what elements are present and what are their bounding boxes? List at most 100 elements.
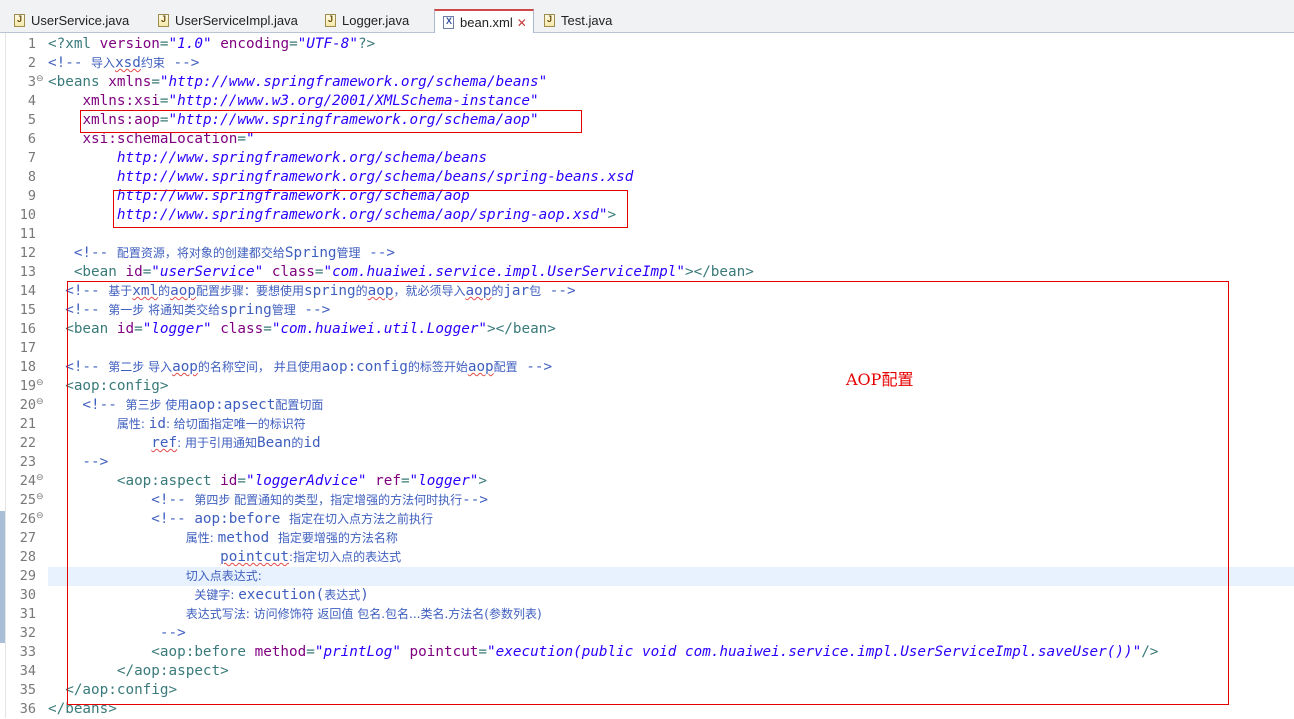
fold-toggle-icon[interactable]: ⊖ [36, 74, 44, 84]
code-token: 配置资源，将对象的创建都交给 [116, 246, 285, 260]
line-number: 19 [19, 378, 36, 394]
line-number: 8 [27, 169, 36, 185]
line-number: 31 [19, 606, 36, 622]
code-token: Spring [284, 245, 337, 261]
code-line[interactable]: 8 http://www.springframework.org/schema/… [0, 168, 1294, 187]
xml-file-icon [443, 16, 454, 29]
code-token: = [151, 74, 160, 90]
code-token: "UTF-8" [297, 36, 358, 52]
line-number: 22 [19, 435, 36, 451]
highlight-box-xmlns-aop [80, 110, 582, 133]
code-token: = [289, 36, 298, 52]
line-number: 24 [19, 473, 36, 489]
code-token: ?> [357, 36, 376, 52]
code-line[interactable]: 12 <!-- 配置资源，将对象的创建都交给Spring管理 --> [0, 244, 1294, 263]
editor-tab-bar: UserService.java UserServiceImpl.java Lo… [0, 0, 1294, 33]
code-token: "com.huaiwei.service.impl.UserServiceImp… [323, 264, 685, 280]
line-number: 26 [19, 511, 36, 527]
code-token: <!-- [48, 55, 92, 71]
line-number: 15 [19, 302, 36, 318]
line-number: 4 [27, 93, 36, 109]
code-token: xsd [115, 55, 141, 71]
line-number: 30 [19, 587, 36, 603]
code-token: "userService" [151, 264, 264, 280]
tab-logger-java[interactable]: Logger.java [317, 9, 415, 32]
code-token: class [271, 264, 315, 280]
code-text: <!-- 配置资源，将对象的创建都交给Spring管理 --> [48, 244, 395, 263]
code-token: version [99, 36, 160, 52]
highlight-box-aop-config [67, 281, 1229, 705]
line-number: 9 [27, 188, 36, 204]
highlight-box-schema-aop [113, 190, 628, 228]
line-number: 33 [19, 644, 36, 660]
line-number: 20 [19, 397, 36, 413]
code-token: id [125, 264, 143, 280]
line-number: 12 [19, 245, 36, 261]
fold-toggle-icon[interactable]: ⊖ [36, 473, 44, 483]
line-number: 27 [19, 530, 36, 546]
code-token: 导入 [91, 56, 116, 70]
code-line[interactable]: 1 <?xml version="1.0" encoding="UTF-8"?> [0, 35, 1294, 54]
code-token: = [159, 36, 169, 52]
code-token: "http://www.springframework.org/schema/b… [159, 74, 548, 90]
line-number: 17 [19, 340, 36, 356]
line-number: 23 [19, 454, 36, 470]
java-file-icon [544, 14, 555, 27]
line-number: 32 [19, 625, 36, 641]
code-line[interactable]: 7 http://www.springframework.org/schema/… [0, 149, 1294, 168]
line-number: 13 [19, 264, 36, 280]
code-token: = [237, 131, 246, 147]
tab-userservice-java[interactable]: UserService.java [6, 9, 135, 32]
code-token: = [159, 93, 169, 109]
code-token: "http://www.w3.org/2001/XMLSchema-instan… [168, 93, 539, 109]
line-number: 7 [27, 150, 36, 166]
line-number: 16 [19, 321, 36, 337]
line-number: 10 [19, 207, 36, 223]
line-number: 29 [19, 568, 36, 584]
line-number: 5 [27, 112, 36, 128]
code-token: 管理 [336, 246, 361, 260]
close-tab-icon[interactable]: ✕ [517, 16, 527, 30]
line-number: 28 [19, 549, 36, 565]
code-token: ></bean> [684, 264, 754, 280]
fold-toggle-icon[interactable]: ⊖ [36, 511, 44, 521]
fold-toggle-icon[interactable]: ⊖ [36, 397, 44, 407]
tab-userserviceimpl-java[interactable]: UserServiceImpl.java [150, 9, 304, 32]
line-number: 34 [19, 663, 36, 679]
java-file-icon [14, 14, 25, 27]
aop-config-annotation: AOP配置 [846, 370, 914, 389]
code-token: <!-- [48, 245, 117, 261]
code-line[interactable]: 13 <bean id="userService" class="com.hua… [0, 263, 1294, 282]
code-text: <beans xmlns="http://www.springframework… [48, 73, 547, 92]
line-number: 21 [19, 416, 36, 432]
line-number: 14 [19, 283, 36, 299]
fold-toggle-icon[interactable]: ⊖ [36, 492, 44, 502]
code-line[interactable]: 3 ⊖ <beans xmlns="http://www.springframewo… [0, 73, 1294, 92]
code-line[interactable]: 2 <!-- 导入xsd约束 --> [0, 54, 1294, 73]
java-file-icon [325, 14, 336, 27]
line-number: 25 [19, 492, 36, 508]
fold-toggle-icon[interactable]: ⊖ [36, 378, 44, 388]
code-token: = [142, 264, 152, 280]
code-token: --> [360, 245, 395, 261]
tab-bean-xml[interactable]: bean.xml✕ [434, 9, 534, 33]
tab-test-java[interactable]: Test.java [536, 9, 618, 32]
line-number: 18 [19, 359, 36, 375]
code-token: encoding [220, 36, 290, 52]
line-number: 36 [19, 701, 36, 717]
code-text: <?xml version="1.0" encoding="UTF-8"?> [48, 35, 375, 54]
line-number: 2 [27, 55, 36, 71]
code-token: xsi:schemaLocation [82, 131, 238, 147]
code-line[interactable]: 4 xmlns:xsi="http://www.w3.org/2001/XMLS… [0, 92, 1294, 111]
code-token: <?xml [48, 36, 100, 52]
code-token: 约束 [140, 56, 165, 70]
code-text: xmlns:xsi="http://www.w3.org/2001/XMLSch… [48, 92, 539, 111]
code-token: xmlns [108, 74, 152, 90]
code-token: xmlns:xsi [82, 93, 160, 109]
code-token: "1.0" [168, 36, 212, 52]
line-number: 1 [27, 36, 36, 52]
code-token: http://www.springframework.org/schema/be… [48, 169, 634, 185]
